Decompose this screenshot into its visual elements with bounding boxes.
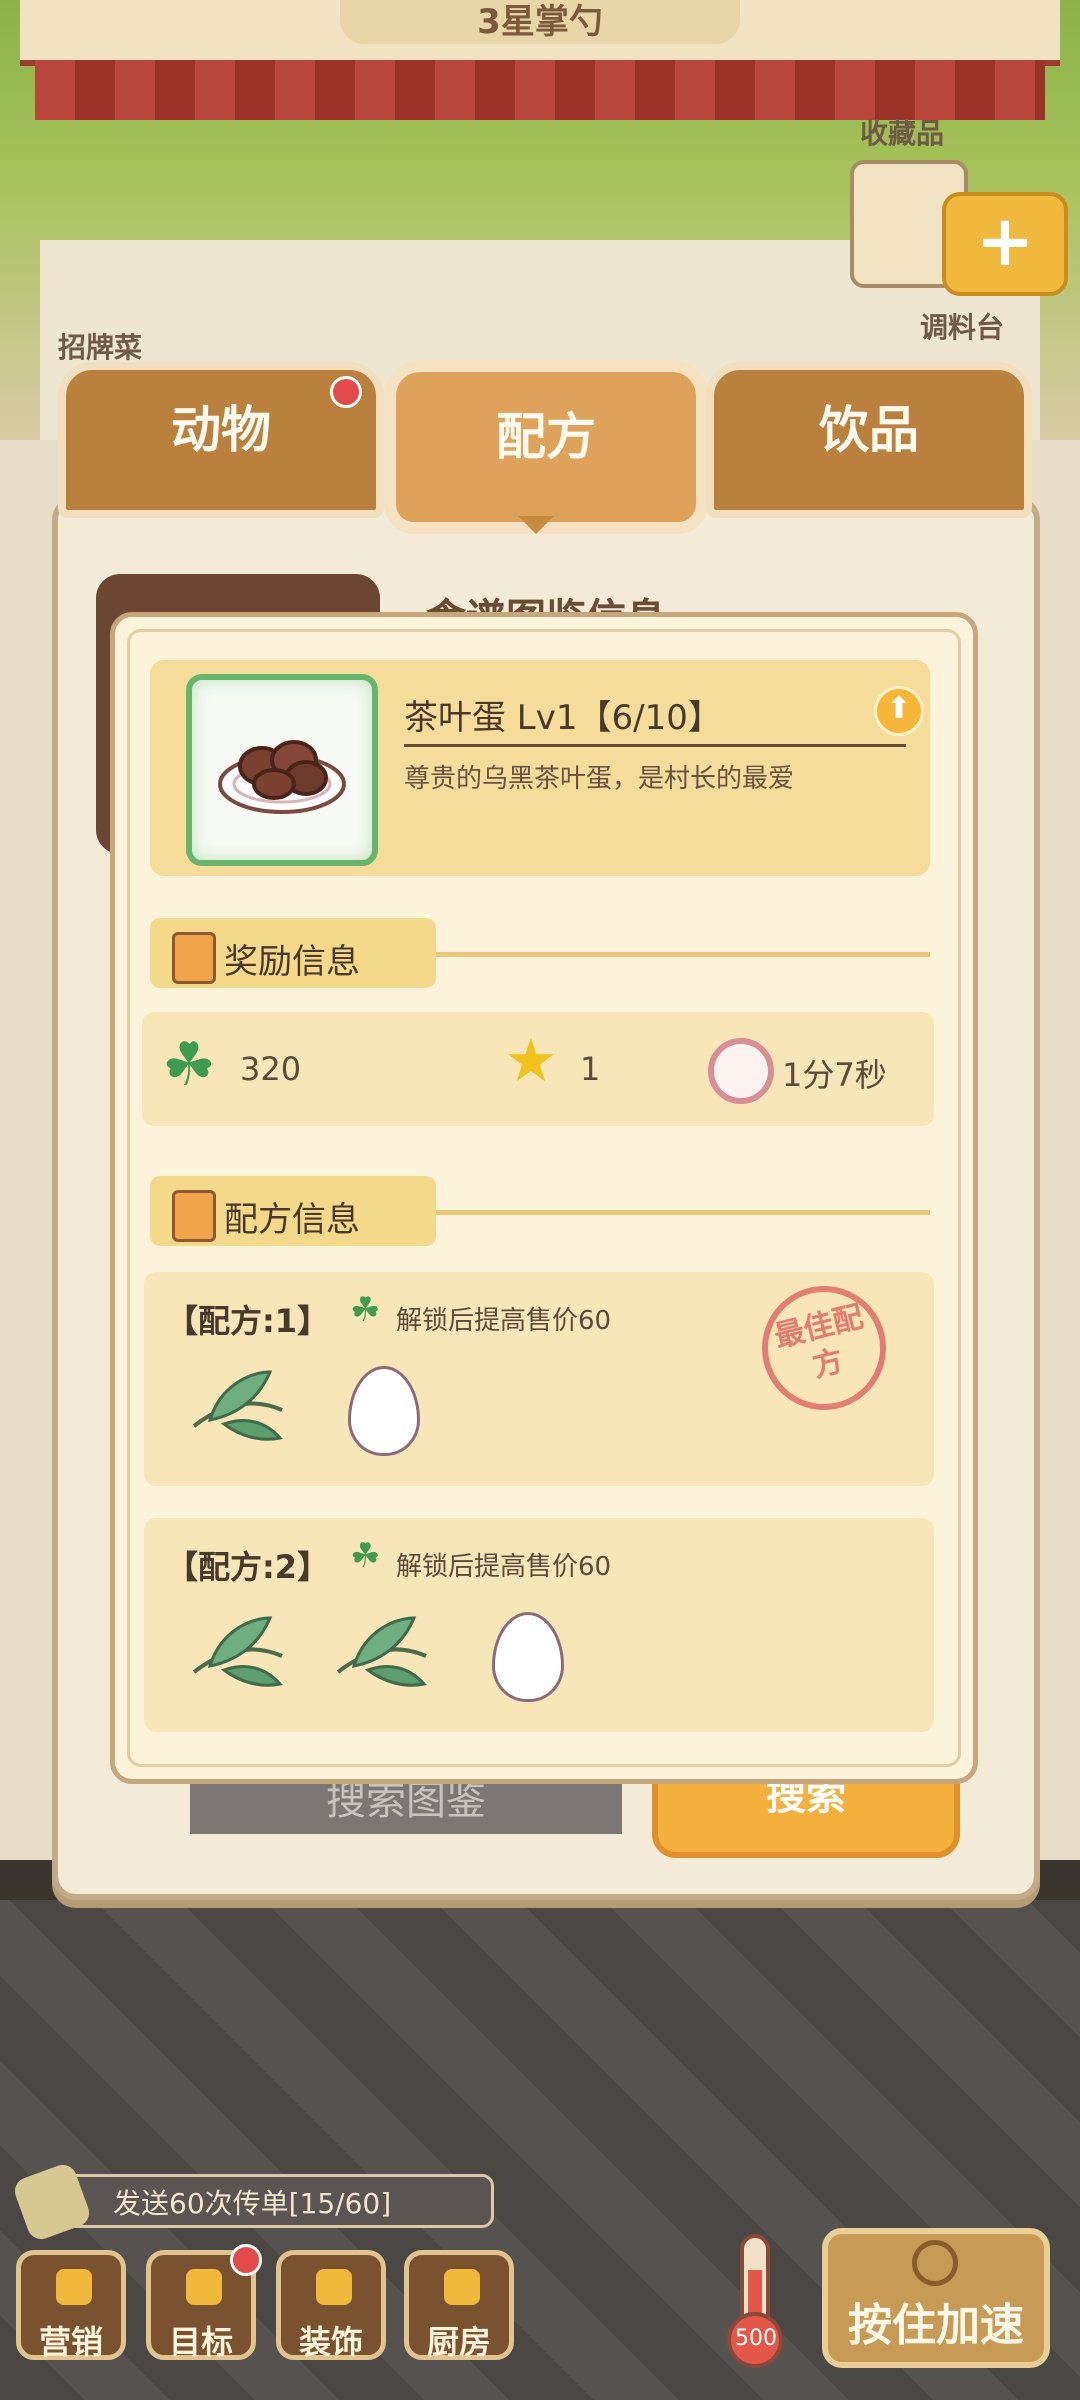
recipe-note: 解锁后提高售价60	[396, 1306, 612, 1336]
item-name: 茶叶蛋 Lv1【6/10】	[404, 698, 722, 738]
hammer-icon	[316, 2269, 352, 2305]
pot-icon	[444, 2269, 480, 2305]
reward-section-title: 奖励信息	[224, 942, 360, 982]
clock-icon	[708, 1038, 774, 1104]
clover-icon: ☘	[350, 1536, 381, 1576]
recipe-section-title: 配方信息	[224, 1200, 360, 1240]
upgrade-arrow-icon[interactable]: ⬆	[874, 686, 924, 736]
clipboard-icon	[172, 932, 216, 984]
section-divider	[436, 1210, 930, 1215]
recipe-note: 解锁后提高售价60	[396, 1552, 612, 1582]
star-value: 1	[580, 1050, 601, 1088]
tab-animals-label: 动物	[171, 401, 271, 459]
shop-awning	[35, 60, 1045, 120]
kitchen-button[interactable]: 厨房	[404, 2250, 514, 2361]
marketing-label: 营销	[38, 2323, 103, 2361]
goal-label: 目标	[168, 2323, 233, 2361]
marketing-button[interactable]: 营销	[16, 2250, 126, 2361]
megaphone-icon	[56, 2269, 92, 2305]
add-button[interactable]: +	[942, 192, 1068, 296]
decorate-button[interactable]: 装饰	[276, 2250, 386, 2361]
thermometer-value: 500	[735, 2326, 777, 2351]
clover-value: 320	[240, 1050, 302, 1088]
signature-dish-label: 招牌菜	[58, 331, 143, 364]
quest-bar[interactable]: 发送60次传单[15/60]	[58, 2174, 494, 2228]
shop-sign: 3星掌勺	[340, 0, 740, 44]
tab-drinks[interactable]: 饮品	[706, 362, 1032, 518]
item-divider	[404, 744, 906, 747]
clover-icon: ☘	[350, 1290, 381, 1330]
recipe-title: 【配方:1】	[166, 1302, 330, 1340]
notification-badge	[230, 2244, 262, 2276]
notification-badge	[330, 376, 362, 408]
target-icon	[186, 2269, 222, 2305]
tea-leaf-icon	[192, 1370, 283, 1441]
clover-icon: ☘	[162, 1030, 216, 1100]
item-description: 尊贵的乌黑茶叶蛋，是村长的最爱	[404, 764, 795, 794]
kitchen-label: 厨房	[426, 2323, 491, 2361]
clipboard-icon	[172, 1190, 216, 1242]
collection-label: 收藏品	[860, 117, 945, 150]
speed-up-label: 按住加速	[848, 2300, 1024, 2351]
tab-recipes-label: 配方	[496, 408, 596, 466]
seasoning-label: 调料台	[920, 311, 1005, 344]
tab-recipes[interactable]: 配方	[384, 360, 708, 534]
tab-drinks-label: 饮品	[819, 401, 919, 459]
star-icon: ★	[504, 1026, 558, 1096]
item-thumbnail	[186, 674, 378, 866]
tea-leaf-icon	[192, 1616, 283, 1687]
time-value: 1分7秒	[782, 1056, 887, 1094]
recipe-title: 【配方:2】	[166, 1548, 330, 1586]
tea-egg-plate-icon	[218, 740, 346, 814]
quest-text: 发送60次传单[15/60]	[113, 2187, 392, 2220]
tab-pointer-icon	[518, 516, 554, 534]
decorate-label: 装饰	[298, 2323, 363, 2361]
play-icon	[912, 2240, 958, 2286]
tea-leaf-icon	[336, 1616, 427, 1687]
section-divider	[436, 952, 930, 957]
